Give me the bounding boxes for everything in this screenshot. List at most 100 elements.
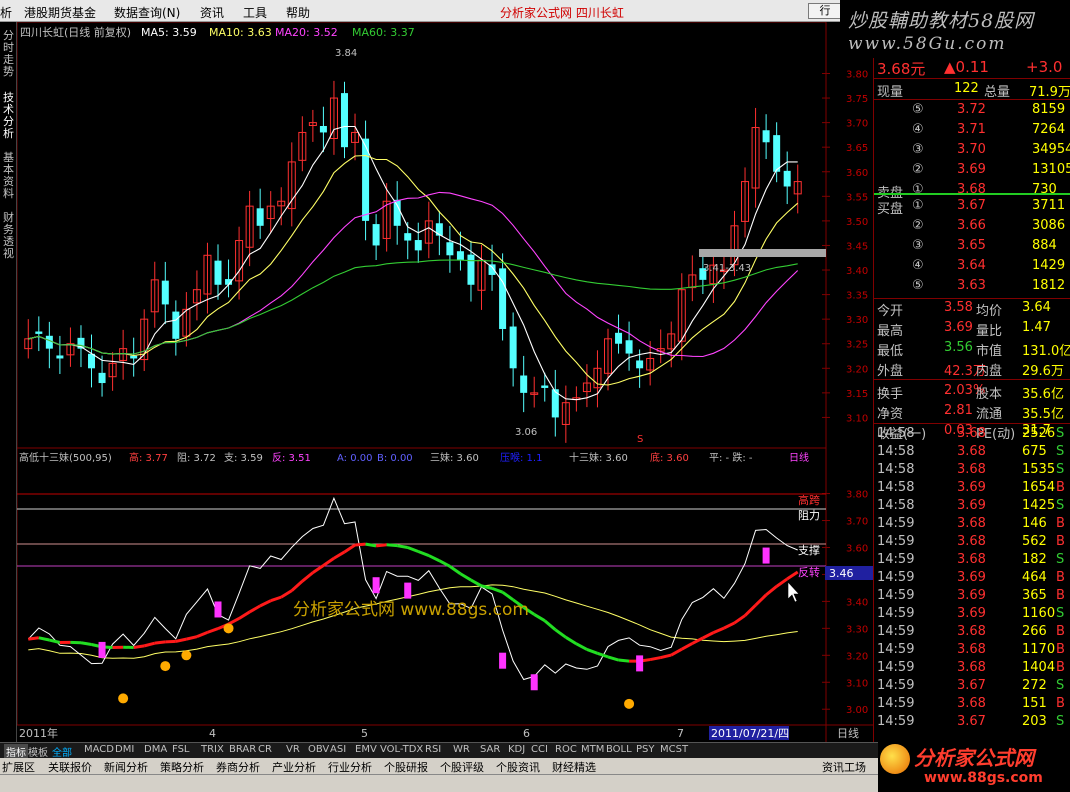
indicator-tab[interactable]: VOL-TDX [380, 744, 423, 755]
indicator-tab[interactable]: KDJ [508, 744, 525, 755]
tick-time: 14:59 [877, 714, 915, 729]
buy-level: ③ [912, 238, 924, 253]
indicator-tab[interactable]: SAR [480, 744, 500, 755]
trend-line-segment [175, 637, 187, 643]
indicator-tab[interactable]: BOLL [606, 744, 632, 755]
tick-side: B [1056, 480, 1065, 495]
extension-tab[interactable]: 财经精选 [552, 759, 596, 775]
info-workshop-tab[interactable]: 资讯工场 [822, 759, 866, 775]
trend-line-segment [322, 557, 335, 567]
price-tick-label: 3.15 [846, 389, 868, 400]
row-divider [874, 99, 1070, 100]
extension-tab[interactable]: 行业分析 [328, 759, 372, 775]
trend-line-segment [543, 619, 557, 631]
quote-toggle-button[interactable]: 行 [808, 3, 842, 19]
menu-item[interactable]: 数据查询(N) [114, 4, 180, 21]
fruit-marker-icon [118, 693, 129, 704]
trend-line-segment [133, 644, 145, 649]
indicator-tab[interactable]: ASI [330, 744, 346, 755]
indicator-tab[interactable]: BRAR [229, 744, 256, 755]
price-change: ▲0.11 [944, 58, 989, 76]
tick-volume: 182 [1022, 552, 1047, 567]
extension-tab[interactable]: 个股资讯 [496, 759, 540, 775]
indicator-tab[interactable]: MACD [84, 744, 114, 755]
indicator-tab[interactable]: CR [258, 744, 272, 755]
extension-tab[interactable]: 策略分析 [160, 759, 204, 775]
stat-value: 3.56 [944, 340, 973, 355]
tick-price: 3.68 [957, 426, 986, 441]
extension-tab[interactable]: 个股评级 [440, 759, 484, 775]
indicator-tab[interactable]: 模板 [28, 744, 48, 759]
menu-item[interactable]: 帮助 [286, 4, 310, 21]
tick-volume: 266 [1022, 624, 1047, 639]
extension-tab[interactable]: 券商分析 [216, 759, 260, 775]
indicator-tab[interactable]: PSY [636, 744, 655, 755]
indicator-tab[interactable]: MCST [660, 744, 688, 755]
extension-tab[interactable]: 产业分析 [272, 759, 316, 775]
tab-realtime[interactable]: 分时走势 [1, 30, 16, 78]
trend-line-segment [227, 617, 240, 626]
buy-volume: 3711 [1032, 198, 1066, 213]
indicator-tab[interactable]: OBV [308, 744, 329, 755]
indicator-tab[interactable]: CCI [531, 744, 548, 755]
extension-tab[interactable]: 关联报价 [48, 759, 92, 775]
fruit-marker-icon [160, 661, 171, 672]
trend-line-segment [681, 642, 694, 651]
extension-tab[interactable]: 新闻分析 [104, 759, 148, 775]
indicator-tab[interactable]: DMI [115, 744, 134, 755]
indicator-tab[interactable]: VR [286, 744, 300, 755]
signal-bar [636, 655, 644, 672]
buy-volume: 1429 [1032, 258, 1066, 273]
menu-item[interactable]: 工具 [243, 4, 267, 21]
trend-line-segment [49, 638, 61, 644]
tab-fundamentals[interactable]: 基本资料 [1, 152, 16, 200]
ind-tick-label: 3.00 [846, 705, 868, 716]
period-label[interactable]: 日线 [837, 726, 859, 740]
indicator-tab[interactable]: DMA [144, 744, 167, 755]
indicator-signal-marks [98, 547, 770, 709]
tab-technical[interactable]: 技术分析 [1, 92, 16, 140]
candle-body [456, 251, 464, 261]
extension-tab[interactable]: 扩展区 [2, 759, 35, 775]
ind-ping: 平: - 跌: - [709, 451, 753, 464]
tick-side: S [1056, 426, 1065, 441]
candle-body [56, 355, 64, 359]
ind-a: A: 0.00 [337, 453, 372, 464]
sell-price: 3.69 [957, 162, 986, 177]
ma10-line [28, 154, 799, 386]
indicator-tab[interactable]: MTM [581, 744, 604, 755]
price-change-pct: +3.0 [1026, 58, 1063, 76]
tick-price: 3.68 [957, 660, 986, 675]
indicator-tab[interactable]: EMV [355, 744, 377, 755]
candle-body [762, 130, 770, 143]
x-label: 6 [523, 727, 530, 740]
indicator-tab[interactable]: 全部 [52, 744, 72, 759]
buy-volume: 3086 [1032, 218, 1066, 233]
indicator-tab[interactable]: 指标 [4, 744, 28, 759]
watermark-logo-text: 分析家公式网 [914, 746, 1034, 770]
ma10-label: MA10: 3.63 [209, 26, 272, 39]
watermark-logo-url: www.88gs.com [924, 770, 1043, 786]
candle-body [372, 224, 380, 246]
indicator-tab[interactable]: TRIX [201, 744, 224, 755]
tick-time: 14:59 [877, 552, 915, 567]
chart-canvas[interactable]: 四川长虹(日线 前复权) MA5: 3.59 MA10: 3.63 MA20: … [17, 22, 873, 742]
indicator-tab[interactable]: FSL [172, 744, 190, 755]
sell-price: 3.70 [957, 142, 986, 157]
extension-tab[interactable]: 个股研报 [384, 759, 428, 775]
menu-item[interactable]: 港股期货基金 [24, 4, 96, 21]
candle-body [35, 331, 43, 334]
tick-volume: 1404 [1022, 660, 1056, 675]
indicator-name: 高低十三妹(500,95) [19, 451, 112, 464]
menu-item[interactable]: 析 [0, 4, 12, 21]
tick-time: 14:59 [877, 660, 915, 675]
indicator-tab[interactable]: WR [453, 744, 470, 755]
tab-financials[interactable]: 财务透视 [1, 212, 16, 260]
indicator-tab[interactable]: RSI [425, 744, 441, 755]
tick-time: 14:58 [877, 426, 915, 441]
stat-value: 2.81 [944, 403, 973, 418]
menu-item[interactable]: 资讯 [200, 4, 224, 21]
indicator-tab[interactable]: ROC [555, 744, 577, 755]
ind-period: 日线 [789, 451, 809, 464]
row-divider [874, 423, 1070, 424]
